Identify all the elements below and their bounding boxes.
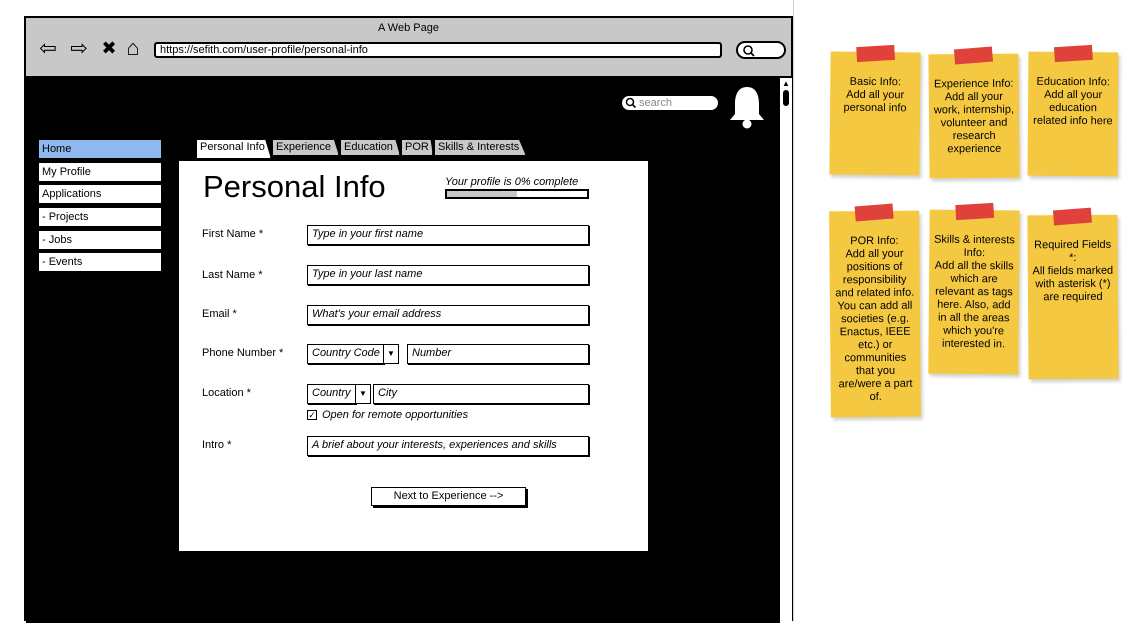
profile-progress-bar: [445, 189, 589, 199]
progress-fill: [447, 191, 517, 197]
note-experience-info: Experience Info: Add all your work, inte…: [928, 46, 1020, 179]
url-bar[interactable]: https://sefith.com/user-profile/personal…: [154, 42, 722, 58]
intro-field[interactable]: A brief about your interests, experience…: [307, 436, 589, 456]
note-skills-text: Skills & interests Info: Add all the ski…: [934, 233, 1015, 351]
scroll-thumb[interactable]: [783, 90, 789, 106]
intro-label: Intro *: [202, 439, 232, 451]
tape: [854, 203, 894, 222]
note-basic-info: Basic Info: Add all your personal info: [829, 44, 921, 176]
canvas-divider: [793, 0, 794, 621]
sidebar-item-home[interactable]: Home: [38, 139, 162, 159]
tape: [955, 202, 995, 221]
last-name-label: Last Name *: [202, 269, 263, 281]
close-icon[interactable]: ✖: [98, 37, 120, 59]
browser-chrome: A Web Page ⇦ ⇨ ✖ ⌂ https://sefith.com/us…: [26, 18, 791, 78]
search-placeholder: search: [639, 97, 673, 109]
email-field[interactable]: What's your email address: [307, 305, 589, 325]
personal-info-panel: Personal Info Your profile is 0% complet…: [179, 161, 648, 551]
search-icon: [625, 97, 637, 109]
note-required-text: Required Fields *: All fields marked wit…: [1032, 238, 1114, 304]
city-field[interactable]: City: [373, 384, 589, 404]
note-education-info: Education Info: Add all your education r…: [1027, 44, 1119, 177]
scrollbar[interactable]: ▲: [779, 78, 792, 623]
last-name-field[interactable]: Type in your last name: [307, 265, 589, 285]
country-dropdown[interactable]: ▼: [355, 384, 371, 404]
tape: [953, 46, 994, 65]
chevron-down-icon: ▼: [359, 389, 367, 398]
tape: [1052, 207, 1092, 226]
tab-experience[interactable]: Experience: [272, 139, 339, 156]
remote-checkbox[interactable]: ✓: [307, 410, 317, 420]
first-name-label: First Name *: [202, 228, 264, 240]
tab-por[interactable]: POR: [401, 139, 433, 156]
note-experience-text: Experience Info: Add all your work, inte…: [933, 77, 1015, 156]
page-title: Personal Info: [203, 169, 386, 204]
country-select[interactable]: Country: [307, 384, 356, 404]
note-por-info: POR Info: Add all your positions of resp…: [829, 203, 921, 418]
tab-education[interactable]: Education: [340, 139, 400, 156]
phone-number-field[interactable]: Number: [407, 344, 589, 364]
search-input[interactable]: search: [620, 94, 720, 112]
first-name-field[interactable]: Type in your first name: [307, 225, 589, 245]
tape: [856, 44, 896, 63]
note-required-fields: Required Fields *: All fields marked wit…: [1027, 207, 1119, 380]
note-education-text: Education Info: Add all your education r…: [1033, 75, 1113, 128]
search-icon: [743, 45, 755, 57]
chevron-down-icon: ▼: [387, 349, 395, 358]
tab-skills-interests[interactable]: Skills & Interests: [434, 139, 526, 156]
email-label: Email *: [202, 308, 237, 320]
remote-option[interactable]: ✓ Open for remote opportunities: [307, 409, 468, 421]
sidebar-item-projects[interactable]: - Projects: [38, 207, 162, 228]
note-basic-text: Basic Info: Add all your personal info: [843, 75, 907, 115]
scroll-up-arrow[interactable]: ▲: [782, 80, 790, 88]
home-icon[interactable]: ⌂: [122, 37, 144, 59]
next-to-experience-button[interactable]: Next to Experience -->: [371, 487, 526, 506]
sidebar-item-events[interactable]: - Events: [38, 252, 162, 273]
country-code-select[interactable]: Country Code: [307, 344, 384, 364]
note-skills-info: Skills & interests Info: Add all the ski…: [928, 202, 1020, 375]
country-code-dropdown[interactable]: ▼: [383, 344, 399, 364]
location-label: Location *: [202, 387, 251, 399]
bell-icon[interactable]: [726, 84, 768, 130]
sidebar-item-jobs[interactable]: - Jobs: [38, 229, 162, 250]
back-icon[interactable]: ⇦: [37, 37, 59, 59]
remote-label: Open for remote opportunities: [322, 409, 469, 421]
progress-label: Your profile is 0% complete: [445, 176, 579, 188]
note-por-text: POR Info: Add all your positions of resp…: [835, 234, 915, 404]
page-content: search Home My Profile Applications - Pr…: [26, 78, 779, 623]
url-search-button[interactable]: [736, 41, 786, 59]
tab-personal-info[interactable]: Personal Info: [196, 139, 271, 159]
sidebar-item-applications[interactable]: Applications: [38, 184, 162, 205]
phone-label: Phone Number *: [202, 347, 284, 359]
tape: [1053, 44, 1093, 63]
sidebar: Home My Profile Applications - Projects …: [38, 139, 162, 275]
browser-window: A Web Page ⇦ ⇨ ✖ ⌂ https://sefith.com/us…: [24, 16, 793, 623]
window-title: A Web Page: [378, 22, 439, 34]
forward-icon[interactable]: ⇨: [68, 37, 90, 59]
sidebar-item-my-profile[interactable]: My Profile: [38, 161, 162, 182]
